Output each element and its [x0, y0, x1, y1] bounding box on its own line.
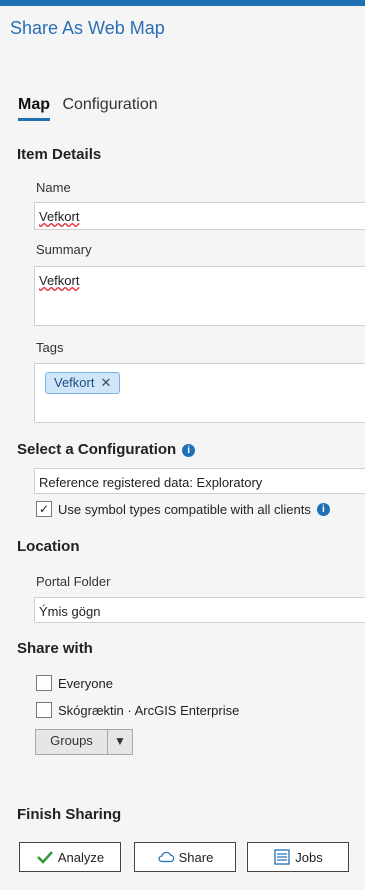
list-icon [274, 849, 290, 865]
portal-folder-value: Ýmis gögn [39, 604, 101, 619]
name-field[interactable]: Vefkort [34, 202, 365, 230]
top-accent-bar [0, 0, 365, 6]
tag-chip[interactable]: Vefkort ✕ [45, 372, 121, 394]
share-button[interactable]: Share [134, 842, 236, 872]
symbol-compat-checkbox[interactable]: ✓ [36, 501, 52, 517]
everyone-label: Everyone [58, 675, 113, 691]
share-label: Share [178, 849, 214, 865]
jobs-button[interactable]: Jobs [247, 842, 349, 872]
configuration-heading: Select a Configuration i [17, 441, 196, 458]
name-label: Name [36, 180, 71, 195]
groups-dropdown-icon[interactable]: ▼ [107, 730, 132, 754]
tag-chip-label: Vefkort [54, 375, 95, 390]
finish-sharing-heading: Finish Sharing [17, 806, 122, 823]
symbol-compat-label: Use symbol types compatible with all cli… [58, 501, 311, 517]
configuration-selected-value: Reference registered data: Exploratory [39, 475, 263, 490]
portal-folder-label: Portal Folder [36, 574, 111, 589]
location-heading: Location [17, 538, 80, 555]
tags-field[interactable]: Vefkort ✕ [34, 363, 365, 423]
everyone-row[interactable]: Everyone [36, 675, 113, 691]
organization-checkbox[interactable] [36, 702, 52, 718]
analyze-button[interactable]: Analyze [19, 842, 121, 872]
name-value: Vefkort [39, 209, 80, 224]
analyze-label: Analyze [57, 849, 105, 865]
cloud-icon [158, 851, 174, 863]
configuration-heading-text: Select a Configuration [17, 441, 177, 458]
groups-split-button[interactable]: Groups ▼ [35, 729, 133, 755]
summary-label: Summary [36, 242, 92, 257]
summary-field[interactable]: Vefkort [34, 266, 365, 326]
symbol-info-icon[interactable]: i [316, 502, 330, 516]
checkmark-icon [36, 851, 53, 864]
remove-tag-icon[interactable]: ✕ [100, 375, 111, 390]
portal-folder-field[interactable]: Ýmis gögn [34, 597, 365, 623]
organization-row[interactable]: Skógræktin · ArcGIS Enterprise [36, 702, 239, 718]
tab-configuration[interactable]: Configuration [62, 96, 157, 114]
tags-label: Tags [36, 340, 64, 355]
tab-strip: Map Configuration [18, 96, 166, 121]
tab-map[interactable]: Map [18, 96, 50, 121]
groups-button[interactable]: Groups [36, 730, 107, 754]
organization-label: Skógræktin · ArcGIS Enterprise [58, 702, 240, 718]
share-with-heading: Share with [17, 640, 93, 657]
jobs-label: Jobs [295, 849, 323, 865]
pane-title: Share As Web Map [10, 18, 165, 38]
symbol-compat-row[interactable]: ✓ Use symbol types compatible with all c… [36, 501, 330, 517]
summary-value: Vefkort [39, 273, 80, 288]
info-icon[interactable]: i [182, 443, 196, 457]
everyone-checkbox[interactable] [36, 675, 52, 691]
configuration-select[interactable]: Reference registered data: Exploratory [34, 468, 365, 494]
item-details-heading: Item Details [17, 146, 102, 163]
